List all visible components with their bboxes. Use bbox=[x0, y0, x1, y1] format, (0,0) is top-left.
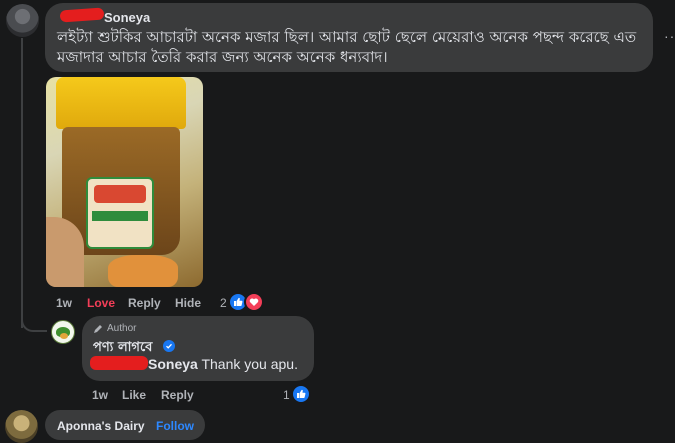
avatar-logo-dot bbox=[60, 333, 68, 339]
thread-connector bbox=[21, 312, 47, 332]
heart-reaction-icon bbox=[244, 292, 264, 312]
like-button[interactable]: Like bbox=[122, 388, 146, 402]
more-options-icon[interactable]: ··· bbox=[664, 28, 675, 44]
thread-line bbox=[21, 38, 23, 328]
comment-timestamp[interactable]: 1w bbox=[56, 296, 72, 310]
comment-photo[interactable] bbox=[46, 77, 203, 287]
follow-button[interactable]: Follow bbox=[156, 419, 194, 433]
author-badge-label: Author bbox=[107, 323, 137, 334]
comment-text: লইট্যা শুটকির আচারটা অনেক মজার ছিল। আমার… bbox=[57, 28, 637, 66]
reply-timestamp[interactable]: 1w bbox=[92, 388, 108, 402]
like-reaction-icon bbox=[291, 384, 311, 404]
commenter-avatar[interactable] bbox=[6, 4, 39, 37]
jar-label-band bbox=[92, 211, 148, 221]
next-commenter-avatar[interactable] bbox=[5, 410, 38, 443]
reply-message: Thank you apu. bbox=[197, 356, 298, 372]
redaction-mark bbox=[90, 356, 148, 370]
jar-lid bbox=[56, 77, 186, 129]
photo-background-object bbox=[108, 255, 178, 287]
hide-button[interactable]: Hide bbox=[175, 296, 201, 310]
jar-label-logo bbox=[94, 185, 146, 203]
love-reaction-button[interactable]: Love bbox=[87, 296, 115, 310]
reply-reaction-count[interactable]: 1 bbox=[283, 388, 290, 402]
page-avatar[interactable] bbox=[51, 320, 75, 344]
author-badge: Author bbox=[93, 323, 136, 334]
reply-button-2[interactable]: Reply bbox=[161, 388, 194, 402]
comment-author-name[interactable]: Soneya bbox=[104, 10, 150, 25]
verified-badge-icon bbox=[163, 340, 175, 352]
pencil-icon bbox=[94, 324, 102, 333]
next-comment-author[interactable]: Aponna's Dairy bbox=[57, 419, 145, 433]
reply-button[interactable]: Reply bbox=[128, 296, 161, 310]
jar-label bbox=[86, 177, 154, 249]
mention-link[interactable]: Soneya bbox=[148, 356, 198, 372]
reply-text: Soneya Thank you apu. bbox=[148, 356, 298, 372]
reaction-count[interactable]: 2 bbox=[220, 296, 227, 310]
